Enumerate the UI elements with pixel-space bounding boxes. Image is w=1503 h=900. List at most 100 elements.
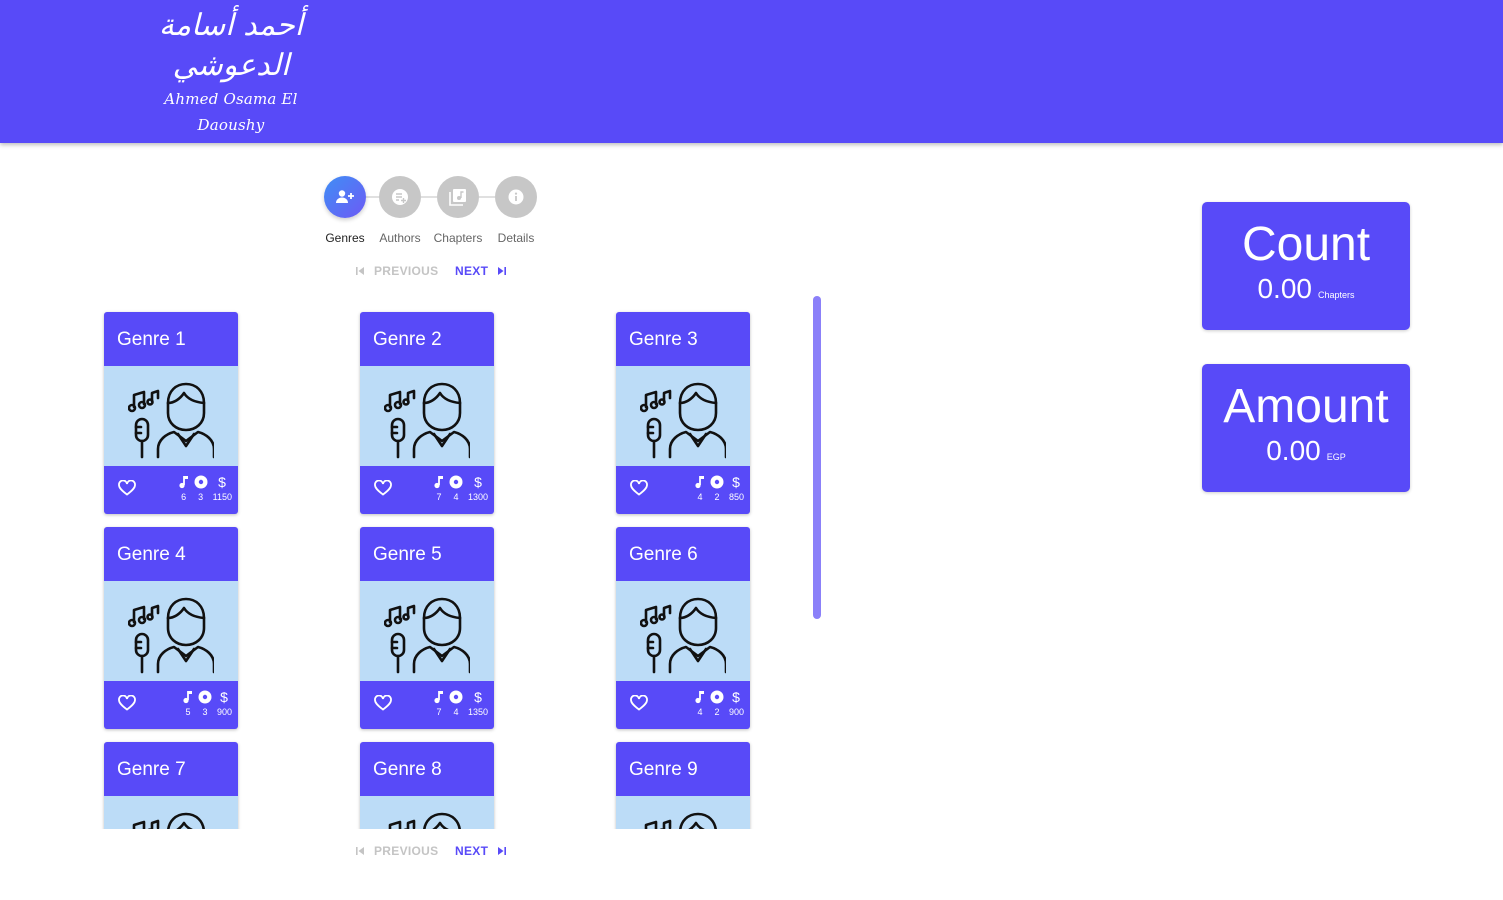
music-note-icon (695, 476, 704, 489)
genre-image (360, 581, 494, 681)
amount-panel: Amount 0.00 EGP (1202, 364, 1410, 492)
price-stat: $900 (217, 690, 232, 717)
albums-count: 3 (202, 707, 208, 717)
genre-card-footer: 4 2 $900 (616, 681, 750, 729)
dollar-icon: $ (218, 475, 226, 489)
genre-card[interactable]: Genre 7 (104, 742, 238, 829)
stepper: Genres Authors Chapters Details (318, 176, 544, 252)
grid-scrollbar[interactable] (813, 296, 821, 619)
step-authors[interactable]: Authors (370, 176, 430, 245)
genre-stats: 5 3 $900 (183, 690, 232, 717)
album-icon (449, 475, 463, 489)
albums-stat: 2 (710, 475, 724, 502)
logo[interactable]: أحمد أسامة الدعوشي Ahmed Osama El Daoush… (138, 6, 324, 134)
singer-icon (384, 382, 470, 459)
albums-count: 3 (198, 492, 204, 502)
genre-card[interactable]: Genre 4 5 3 $900 (104, 527, 238, 729)
songs-count: 7 (436, 492, 442, 502)
genre-title: Genre 3 (629, 329, 698, 350)
logo-arabic-line1: أحمد أسامة (158, 8, 304, 43)
genre-card[interactable]: Genre 5 7 4 $1350 (360, 527, 494, 729)
singer-icon (640, 382, 726, 459)
heart-icon[interactable] (630, 694, 648, 716)
top-app-bar: أحمد أسامة الدعوشي Ahmed Osama El Daoush… (0, 0, 1503, 143)
album-icon (449, 690, 463, 704)
price-value: 1150 (212, 492, 232, 502)
step-label: Authors (379, 231, 421, 245)
heart-icon[interactable] (374, 694, 392, 716)
songs-count: 5 (185, 707, 191, 717)
album-icon (710, 475, 724, 489)
pager-top: PREVIOUS NEXT (354, 262, 514, 282)
price-value: 850 (728, 492, 744, 502)
person-add-icon (324, 176, 366, 218)
amount-unit: EGP (1326, 452, 1346, 462)
songs-stat: 5 (183, 690, 193, 717)
skip-previous-icon (356, 847, 364, 855)
genre-card-footer: 6 3 $1150 (104, 466, 238, 514)
albums-stat: 2 (710, 690, 724, 717)
genre-title: Genre 2 (373, 329, 442, 350)
genre-stats: 6 3 $1150 (179, 475, 232, 502)
amount-value: 0.00 (1266, 435, 1321, 466)
genre-card[interactable]: Genre 3 4 2 $850 (616, 312, 750, 514)
price-value: 900 (728, 707, 744, 717)
next-label: NEXT (455, 264, 489, 278)
count-panel: Count 0.00 Chapters (1202, 202, 1410, 330)
genre-grid: Genre 1 6 3 $1150 Genre 2 7 4 $1300 Genre 3 4 2 $85… (100, 296, 825, 829)
skip-next-icon (498, 847, 507, 855)
genre-title: Genre 8 (373, 759, 442, 780)
genre-stats: 7 4 $1300 (434, 475, 488, 502)
step-genres[interactable]: Genres (315, 176, 375, 245)
heart-icon[interactable] (374, 479, 392, 501)
music-note-icon (183, 691, 192, 704)
step-label: Details (497, 231, 535, 245)
genre-card-footer: 4 2 $850 (616, 466, 750, 514)
singer-icon (132, 812, 205, 829)
amount-title: Amount (1223, 380, 1389, 433)
genre-image (616, 581, 750, 681)
genre-card-footer: 7 4 $1300 (360, 466, 494, 514)
genre-stats: 4 2 $900 (695, 690, 744, 717)
price-stat: $1300 (468, 475, 488, 502)
price-stat: $1150 (213, 475, 232, 502)
previous-label: PREVIOUS (374, 264, 439, 278)
album-icon (710, 690, 724, 704)
previous-button[interactable]: PREVIOUS (354, 844, 438, 858)
svg-text:$: $ (474, 690, 482, 704)
genre-card[interactable]: Genre 6 4 2 $900 (616, 527, 750, 729)
next-button[interactable]: NEXT (455, 844, 508, 858)
singer-icon (384, 597, 470, 674)
genre-image (360, 796, 494, 829)
price-value: 1300 (467, 492, 488, 502)
genre-card[interactable]: Genre 1 6 3 $1150 (104, 312, 238, 514)
genre-title: Genre 5 (373, 544, 442, 565)
music-note-icon (695, 691, 704, 704)
step-chapters[interactable]: Chapters (428, 176, 488, 245)
genre-title: Genre 7 (117, 759, 186, 780)
step-label: Genres (325, 231, 365, 245)
heart-icon[interactable] (630, 479, 648, 501)
genre-card[interactable]: Genre 9 (616, 742, 750, 829)
next-label: NEXT (455, 844, 489, 858)
price-value: 900 (216, 707, 232, 717)
genre-card[interactable]: Genre 8 (360, 742, 494, 829)
step-details[interactable]: Details (486, 176, 546, 245)
songs-stat: 4 (695, 475, 705, 502)
heart-icon[interactable] (118, 694, 136, 716)
next-button[interactable]: NEXT (455, 264, 508, 278)
svg-text:$: $ (733, 690, 741, 704)
info-icon (495, 176, 537, 218)
genre-image (104, 581, 238, 681)
genre-stats: 4 2 $850 (695, 475, 744, 502)
count-value: 0.00 (1257, 273, 1312, 304)
heart-icon[interactable] (118, 479, 136, 501)
genre-image (360, 366, 494, 466)
previous-button[interactable]: PREVIOUS (354, 264, 438, 278)
dollar-icon: $ (474, 475, 482, 489)
genre-stats: 7 4 $1350 (434, 690, 488, 717)
genre-title: Genre 6 (629, 544, 698, 565)
genre-card[interactable]: Genre 2 7 4 $1300 (360, 312, 494, 514)
price-stat: $850 (729, 475, 744, 502)
albums-count: 4 (453, 492, 459, 502)
